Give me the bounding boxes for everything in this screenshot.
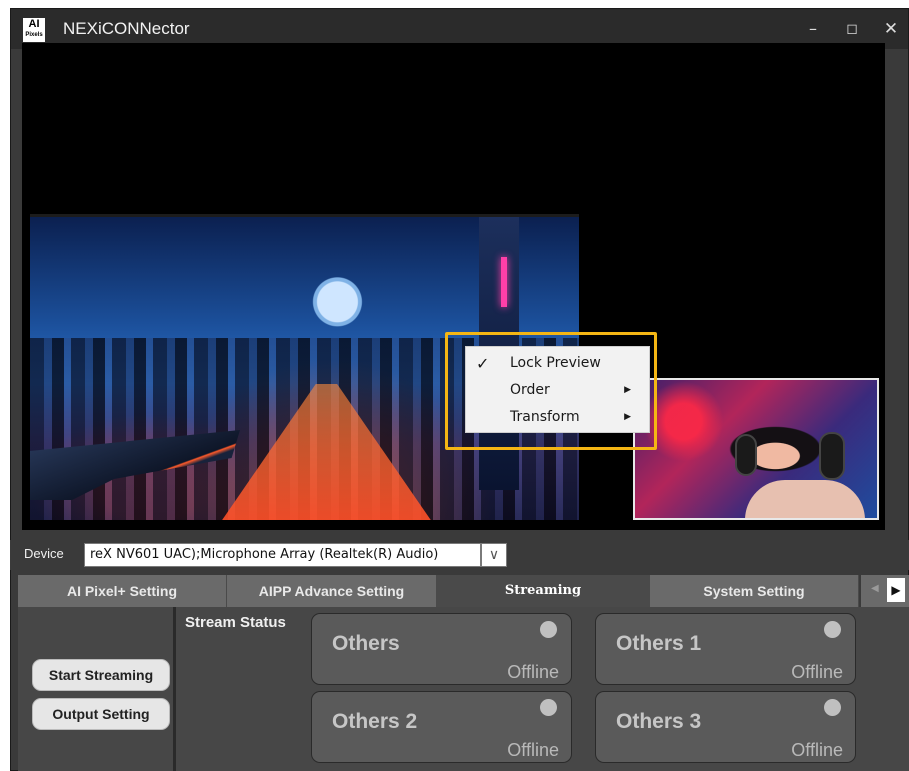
- close-button[interactable]: ✕: [876, 15, 906, 43]
- streaming-panel: Start Streaming Output Setting Stream St…: [18, 607, 909, 771]
- pip-camera-source[interactable]: [633, 378, 879, 520]
- app-logo: AI Pixels: [23, 18, 45, 42]
- tab-streaming[interactable]: Streaming: [437, 575, 650, 607]
- menu-item-label: Transform: [510, 409, 580, 425]
- stream-card-others-2[interactable]: Others 2 Offline: [311, 691, 572, 763]
- logo-text: AI: [28, 18, 40, 30]
- stream-card-name: Others 2: [332, 710, 418, 733]
- scroll-left-icon[interactable]: ◀: [871, 583, 879, 594]
- stream-card-status: Offline: [507, 740, 559, 760]
- tab-bar: AI Pixel+ Setting AIPP Advance Setting S…: [18, 575, 909, 607]
- person: [745, 480, 865, 518]
- submenu-arrow-icon: ▶: [624, 385, 631, 395]
- stream-card-status: Offline: [791, 662, 843, 682]
- scroll-right-icon[interactable]: ▶: [887, 578, 905, 602]
- menu-item-label: Lock Preview: [510, 355, 601, 371]
- minimize-button[interactable]: –: [798, 15, 828, 43]
- tab-ai-pixel-setting[interactable]: AI Pixel+ Setting: [18, 575, 227, 607]
- chevron-down-icon[interactable]: ∨: [481, 543, 507, 567]
- neon-sign: [501, 257, 507, 307]
- start-streaming-button[interactable]: Start Streaming: [32, 659, 170, 691]
- app-title: NEXiCONNector: [63, 19, 190, 38]
- stream-card-others-1[interactable]: Others 1 Offline: [595, 613, 856, 685]
- preview-canvas[interactable]: [22, 43, 885, 530]
- menu-item-lock-preview[interactable]: ✓ Lock Preview: [466, 350, 649, 377]
- stream-card-others-3[interactable]: Others 3 Offline: [595, 691, 856, 763]
- menu-item-transform[interactable]: Transform ▶: [466, 404, 649, 431]
- headphone-right: [819, 432, 845, 480]
- tab-system-setting[interactable]: System Setting: [650, 575, 859, 607]
- streaming-controls: Start Streaming Output Setting: [18, 607, 176, 771]
- output-setting-button[interactable]: Output Setting: [32, 698, 170, 730]
- menu-item-order[interactable]: Order ▶: [466, 377, 649, 404]
- stream-card-status: Offline: [791, 740, 843, 760]
- maximize-button[interactable]: ◻: [837, 15, 867, 43]
- device-select[interactable]: reX NV601 UAC);Microphone Array (Realtek…: [84, 543, 481, 567]
- stream-status-label: Stream Status: [185, 614, 286, 631]
- tab-aipp-advance-setting[interactable]: AIPP Advance Setting: [227, 575, 437, 607]
- device-row: Device reX NV601 UAC);Microphone Array (…: [10, 540, 909, 570]
- stream-card-name: Others 1: [616, 632, 702, 655]
- status-indicator-icon: [540, 621, 557, 638]
- check-icon: ✓: [476, 354, 490, 373]
- device-label: Device: [24, 546, 64, 561]
- submenu-arrow-icon: ▶: [624, 412, 631, 422]
- logo-subtext: Pixels: [25, 32, 43, 38]
- menu-item-label: Order: [510, 382, 550, 398]
- stream-card-status: Offline: [507, 662, 559, 682]
- tab-scroll: ◀ ▶: [861, 575, 909, 607]
- stream-card-name: Others: [332, 632, 400, 655]
- status-indicator-icon: [824, 699, 841, 716]
- status-indicator-icon: [824, 621, 841, 638]
- context-menu: ✓ Lock Preview Order ▶ Transform ▶: [465, 346, 650, 433]
- stream-card-others[interactable]: Others Offline: [311, 613, 572, 685]
- headphone-left: [735, 434, 757, 476]
- status-indicator-icon: [540, 699, 557, 716]
- stream-card-name: Others 3: [616, 710, 702, 733]
